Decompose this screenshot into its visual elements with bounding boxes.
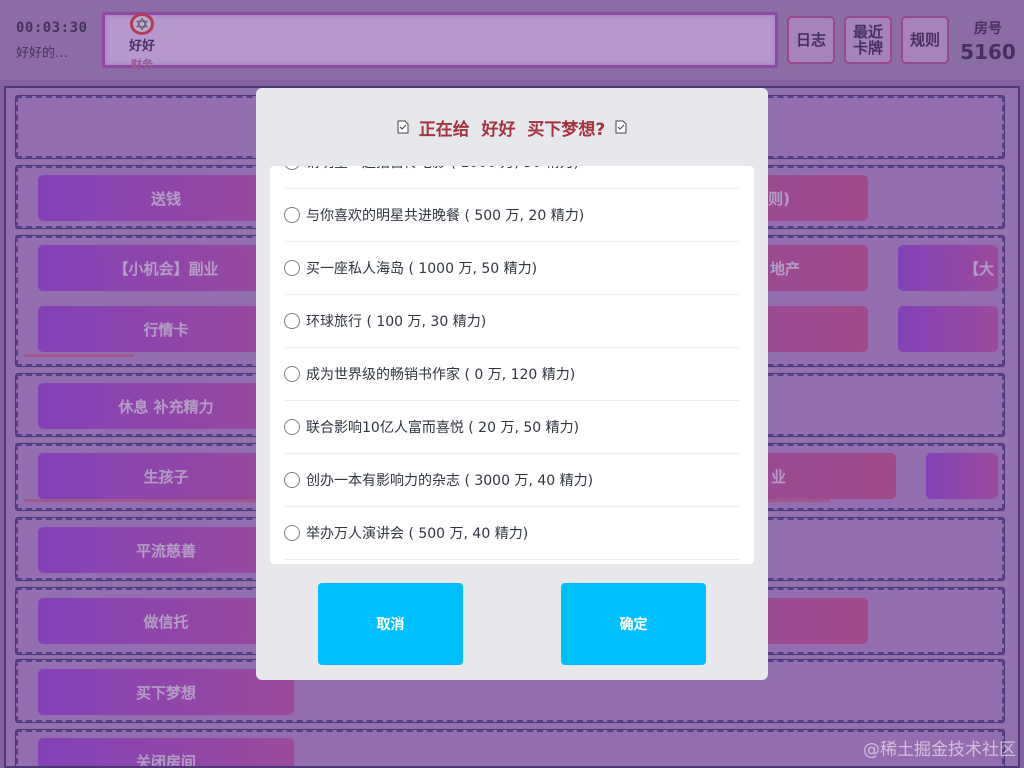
dream-option[interactable]: 联合影响10亿人富而喜悦 ( 20 万, 50 精力) (284, 401, 740, 454)
dream-option-label: 创办一本有影响力的杂志 ( 3000 万, 40 精力) (306, 473, 594, 489)
dream-option-label: 买一座私人海岛 ( 1000 万, 50 精力) (306, 261, 538, 277)
cancel-button[interactable]: 取消 (318, 583, 463, 665)
radio-button[interactable] (284, 313, 300, 329)
dream-option-label: 与你喜欢的明星共进晚餐 ( 500 万, 20 精力) (306, 208, 585, 224)
dream-option-label: 请明星一起拍自传电影 ( 1000 万, 30 精力) (306, 166, 579, 172)
dialog-header: 正在给 好好 买下梦想? (256, 88, 768, 166)
dream-option-label: 成为世界级的畅销书作家 ( 0 万, 120 精力) (306, 367, 576, 383)
radio-button[interactable] (284, 260, 300, 276)
dream-option-label: 环球旅行 ( 100 万, 30 精力) (306, 314, 487, 330)
watermark: @稀土掘金技术社区 (863, 740, 1016, 760)
radio-button[interactable] (284, 472, 300, 488)
radio-button[interactable] (284, 525, 300, 541)
dream-option[interactable]: 买一座私人海岛 ( 1000 万, 50 精力) (284, 242, 740, 295)
radio-button[interactable] (284, 207, 300, 223)
dream-option-label: 联合影响10亿人富而喜悦 ( 20 万, 50 精力) (306, 420, 580, 436)
dream-option-label: 举办万人演讲会 ( 500 万, 40 精力) (306, 526, 529, 542)
dream-option[interactable]: 请明星一起拍自传电影 ( 1000 万, 30 精力) (284, 166, 740, 189)
buy-dream-dialog: 正在给 好好 买下梦想? 请明星一起拍自传电影 ( 1000 万, 30 精力)… (256, 88, 768, 680)
radio-button[interactable] (284, 366, 300, 382)
dream-option[interactable]: 创办一本有影响力的杂志 ( 3000 万, 40 精力) (284, 454, 740, 507)
dream-options-scroll: 请明星一起拍自传电影 ( 1000 万, 30 精力) 与你喜欢的明星共进晚餐 (… (270, 166, 754, 560)
dream-option[interactable]: 成为世界级的畅销书作家 ( 0 万, 120 精力) (284, 348, 740, 401)
dream-option[interactable]: 环球旅行 ( 100 万, 30 精力) (284, 295, 740, 348)
document-icon (615, 120, 627, 134)
dream-options-list[interactable]: 请明星一起拍自传电影 ( 1000 万, 30 精力) 与你喜欢的明星共进晚餐 (… (270, 166, 754, 564)
document-icon (397, 120, 409, 134)
dream-option[interactable]: 与你喜欢的明星共进晚餐 ( 500 万, 20 精力) (284, 189, 740, 242)
dream-option[interactable]: 举办万人演讲会 ( 500 万, 40 精力) (284, 507, 740, 560)
confirm-button[interactable]: 确定 (561, 583, 706, 665)
radio-button[interactable] (284, 166, 300, 170)
radio-button[interactable] (284, 419, 300, 435)
dialog-title: 正在给 好好 买下梦想? (418, 119, 606, 140)
